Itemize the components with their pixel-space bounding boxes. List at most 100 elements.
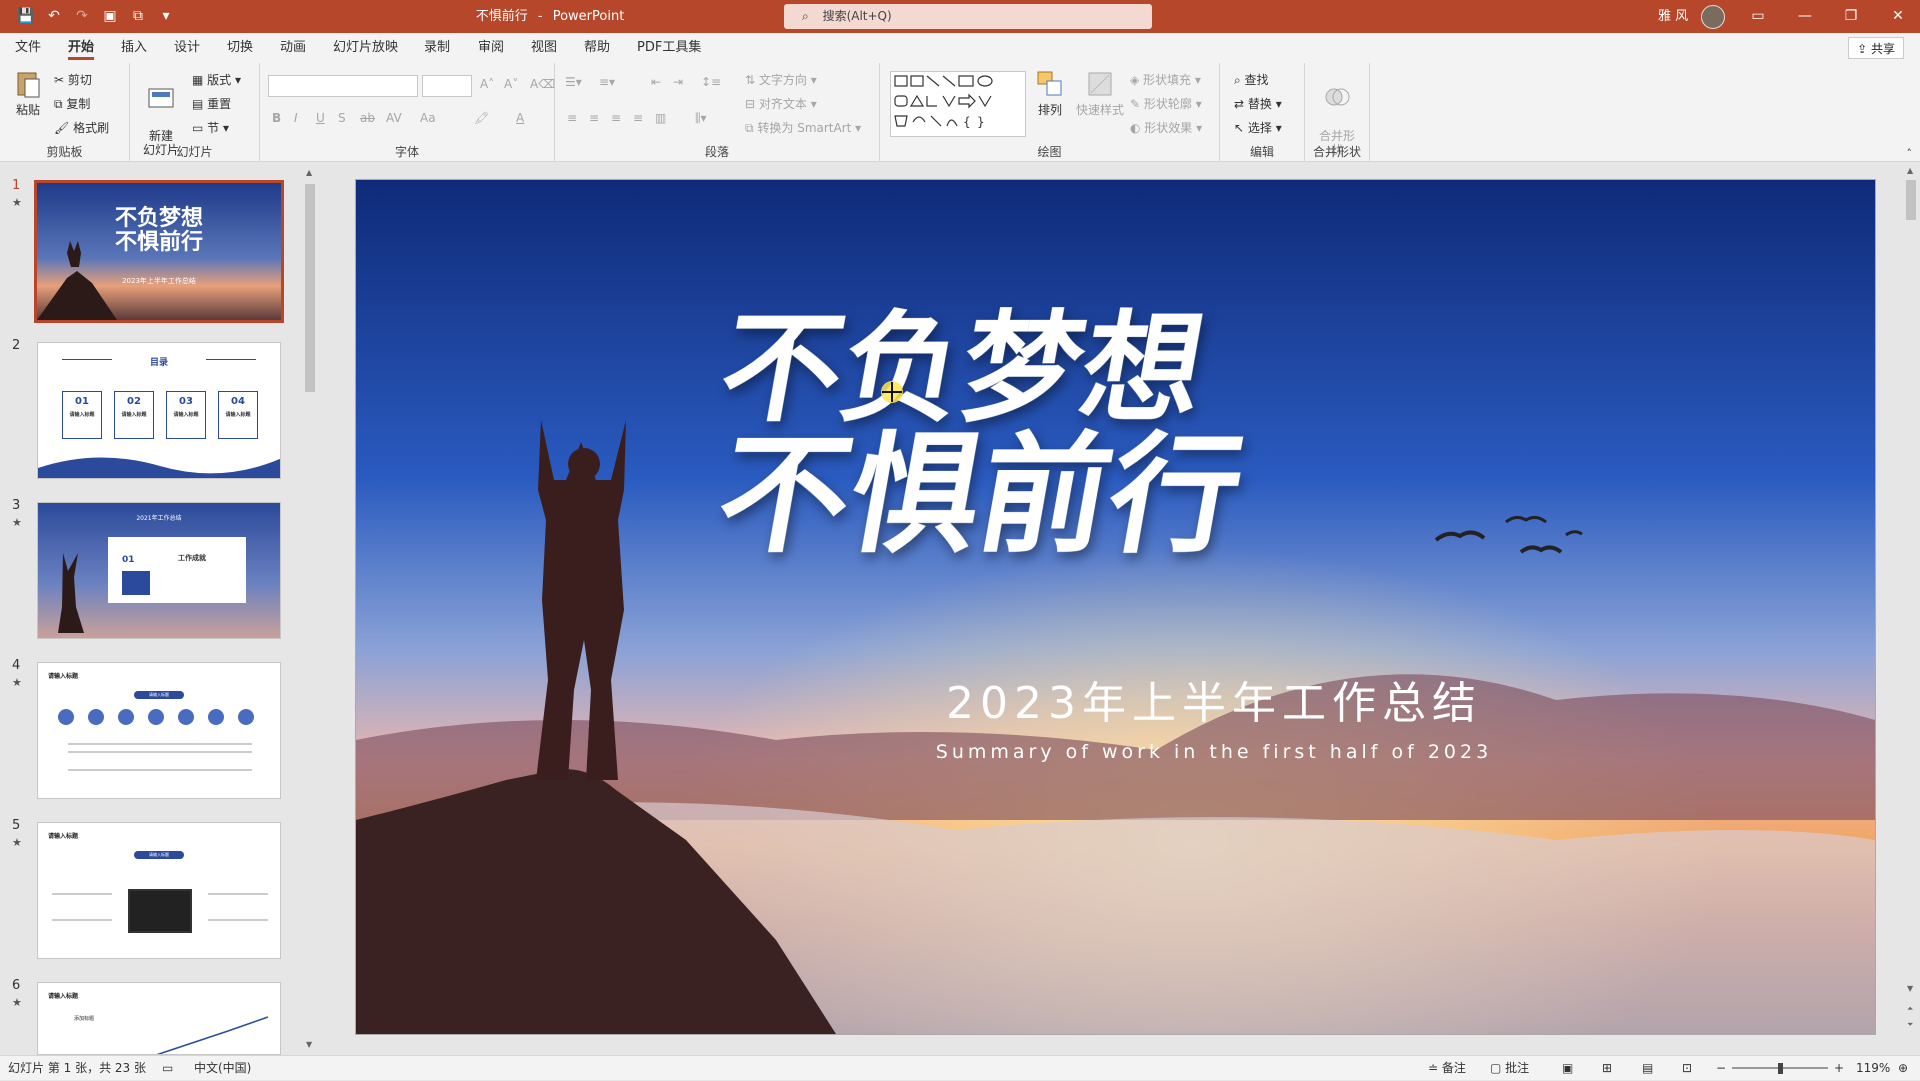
restore-icon[interactable]: ❐	[1829, 0, 1873, 33]
tab-view[interactable]: 视图	[531, 33, 557, 63]
grow-font-icon[interactable]: A˄	[480, 77, 494, 91]
slide-thumbnail-2[interactable]: 目录 01 请输入标题 02 请输入标题 03 请输入标题 04 请输入标题	[37, 342, 281, 479]
previous-slide-icon[interactable]: ⏶	[1907, 1004, 1913, 1014]
slideshow-view-icon[interactable]: ⊡	[1682, 1056, 1692, 1081]
find-button[interactable]: ⌕ 查找	[1234, 71, 1269, 88]
collapse-ribbon-icon[interactable]: ˄	[1907, 147, 1913, 160]
slide-thumbnail-1[interactable]: 不负梦想 不惧前行 2023年上半年工作总结	[34, 180, 284, 323]
slide-thumbnail-4[interactable]: 请输入标题 请输入标题	[37, 662, 281, 799]
shadow-icon[interactable]: S	[338, 111, 346, 125]
minimize-icon[interactable]: —	[1783, 0, 1827, 33]
accessibility-icon[interactable]: ▭	[162, 1056, 173, 1081]
shapes-gallery[interactable]: {}	[890, 71, 1026, 137]
align-right-icon[interactable]: ≡	[611, 111, 621, 125]
shape-outline-button[interactable]: ✎ 形状轮廓 ▾	[1130, 95, 1202, 112]
tab-slideshow[interactable]: 幻灯片放映	[333, 33, 398, 63]
ribbon-display-icon[interactable]: ▭	[1736, 0, 1780, 33]
decrease-indent-icon[interactable]: ⇤	[651, 75, 661, 89]
comments-button[interactable]: ▢ 批注	[1490, 1056, 1529, 1081]
columns-icon[interactable]: ⫼▾	[695, 111, 707, 126]
font-color-icon[interactable]: A	[516, 111, 524, 125]
clear-format-icon[interactable]: A⌫	[530, 77, 555, 91]
distribute-icon[interactable]: ▥	[655, 111, 666, 125]
title-separator: -	[537, 9, 543, 24]
close-icon[interactable]: ✕	[1876, 0, 1920, 33]
share-button[interactable]: ⇪ 共享	[1848, 37, 1904, 59]
tab-home[interactable]: 开始	[68, 33, 95, 63]
avatar[interactable]	[1701, 5, 1725, 29]
tab-review[interactable]: 审阅	[478, 33, 504, 63]
scroll-down-icon[interactable]: ▼	[306, 1040, 312, 1049]
quick-styles-button[interactable]: 快速样式	[1072, 69, 1128, 118]
change-case-icon[interactable]: Aa	[420, 111, 436, 125]
subtitle-chinese[interactable]: 2023年上半年工作总结	[946, 678, 1482, 729]
arrange-button[interactable]: 排列	[1030, 69, 1070, 118]
tab-animations[interactable]: 动画	[280, 33, 306, 63]
tab-transitions[interactable]: 切换	[227, 33, 253, 63]
shape-effects-button[interactable]: ◐ 形状效果 ▾	[1130, 119, 1202, 136]
bold-icon[interactable]: B	[272, 111, 281, 125]
numbering-icon[interactable]: ≡▾	[599, 75, 615, 89]
normal-view-icon[interactable]: ▣	[1562, 1056, 1573, 1081]
align-center-icon[interactable]: ≡	[589, 111, 599, 125]
tab-pdf-tools[interactable]: PDF工具集	[637, 33, 701, 63]
replace-button[interactable]: ⇄ 替换 ▾	[1234, 95, 1282, 112]
slide-thumbnail-5[interactable]: 请输入标题 请输入标题	[37, 822, 281, 959]
slide-thumbnail-6[interactable]: 请输入标题 添加标题	[37, 982, 281, 1055]
increase-indent-icon[interactable]: ⇥	[673, 75, 683, 89]
scroll-up-icon[interactable]: ▲	[306, 168, 312, 177]
justify-icon[interactable]: ≡	[633, 111, 643, 125]
tab-record[interactable]: 录制	[424, 33, 450, 63]
fit-slide-icon[interactable]: ⊕	[1898, 1056, 1908, 1081]
subtitle-english[interactable]: Summary of work in the first half of 202…	[936, 741, 1492, 763]
reading-view-icon[interactable]: ▤	[1642, 1056, 1653, 1081]
thumbnail-scrollbar[interactable]: ▲ ▼	[303, 162, 317, 1055]
align-text-button[interactable]: ⊟ 对齐文本 ▾	[745, 95, 817, 112]
thumbnail-scrollbar-thumb[interactable]	[305, 184, 315, 392]
language-indicator[interactable]: 中文(中国)	[194, 1056, 251, 1081]
shrink-font-icon[interactable]: A˅	[504, 77, 518, 91]
tab-insert[interactable]: 插入	[121, 33, 147, 63]
zoom-out-icon[interactable]: −	[1716, 1056, 1726, 1081]
zoom-level[interactable]: 119%	[1856, 1056, 1890, 1081]
text-direction-button[interactable]: ⇅ 文字方向 ▾	[745, 71, 817, 88]
font-size-select[interactable]	[422, 75, 472, 97]
char-spacing-icon[interactable]: AV	[386, 111, 402, 125]
editor-scrollbar[interactable]: ▲ ▼ ⏶ ⏷	[1904, 162, 1918, 1055]
slide-sorter-icon[interactable]: ⊞	[1602, 1056, 1612, 1081]
tab-file[interactable]: 文件	[15, 33, 41, 63]
select-button[interactable]: ↖ 选择 ▾	[1234, 119, 1282, 136]
italic-icon[interactable]: I	[294, 111, 298, 125]
editor-scroll-up-icon[interactable]: ▲	[1907, 166, 1913, 175]
paste-button[interactable]: 粘贴	[10, 69, 46, 118]
layout-button[interactable]: ▦ 版式 ▾	[192, 71, 241, 88]
strikethrough-icon[interactable]: ab	[360, 111, 375, 125]
tab-design[interactable]: 设计	[174, 33, 200, 63]
bullets-icon[interactable]: ☰▾	[565, 75, 582, 89]
search-box[interactable]: ⌕ 搜索(Alt+Q)	[784, 4, 1152, 29]
notes-button[interactable]: ≐ 备注	[1428, 1056, 1466, 1081]
underline-icon[interactable]: U	[316, 111, 325, 125]
tab-help[interactable]: 帮助	[584, 33, 610, 63]
slide-editor[interactable]: 不负梦想 不惧前行 2023年上半年工作总结 Summary of work i…	[355, 179, 1876, 1035]
section-button[interactable]: ▭ 节 ▾	[192, 119, 229, 136]
zoom-in-icon[interactable]: +	[1834, 1056, 1844, 1081]
line-spacing-icon[interactable]: ↕≡	[701, 75, 721, 89]
editor-scrollbar-thumb[interactable]	[1906, 180, 1916, 220]
convert-smartart-button[interactable]: ⧉ 转换为 SmartArt ▾	[745, 119, 861, 136]
cut-button[interactable]: ✂ 剪切	[54, 71, 92, 88]
next-slide-icon[interactable]: ⏷	[1907, 1020, 1913, 1030]
format-painter-button[interactable]: 🖌 格式刷	[54, 119, 109, 136]
editor-scroll-down-icon[interactable]: ▼	[1907, 984, 1913, 993]
shape-fill-button[interactable]: ◈ 形状填充 ▾	[1130, 71, 1201, 88]
zoom-slider-thumb[interactable]	[1778, 1063, 1783, 1074]
copy-button[interactable]: ⧉ 复制	[54, 95, 90, 112]
align-left-icon[interactable]: ≡	[567, 111, 577, 125]
user-name[interactable]: 雅 风	[1658, 0, 1688, 33]
slide-thumbnail-3[interactable]: 2021年工作总结 01 工作成就	[37, 502, 281, 639]
headline-line-2[interactable]: 不惧前行	[707, 418, 1254, 571]
highlight-icon[interactable]: 🖍	[474, 111, 489, 125]
reset-button[interactable]: ▤ 重置	[192, 95, 231, 112]
thumb-2-item-label: 请输入标题	[121, 412, 147, 418]
font-name-select[interactable]	[268, 75, 418, 97]
